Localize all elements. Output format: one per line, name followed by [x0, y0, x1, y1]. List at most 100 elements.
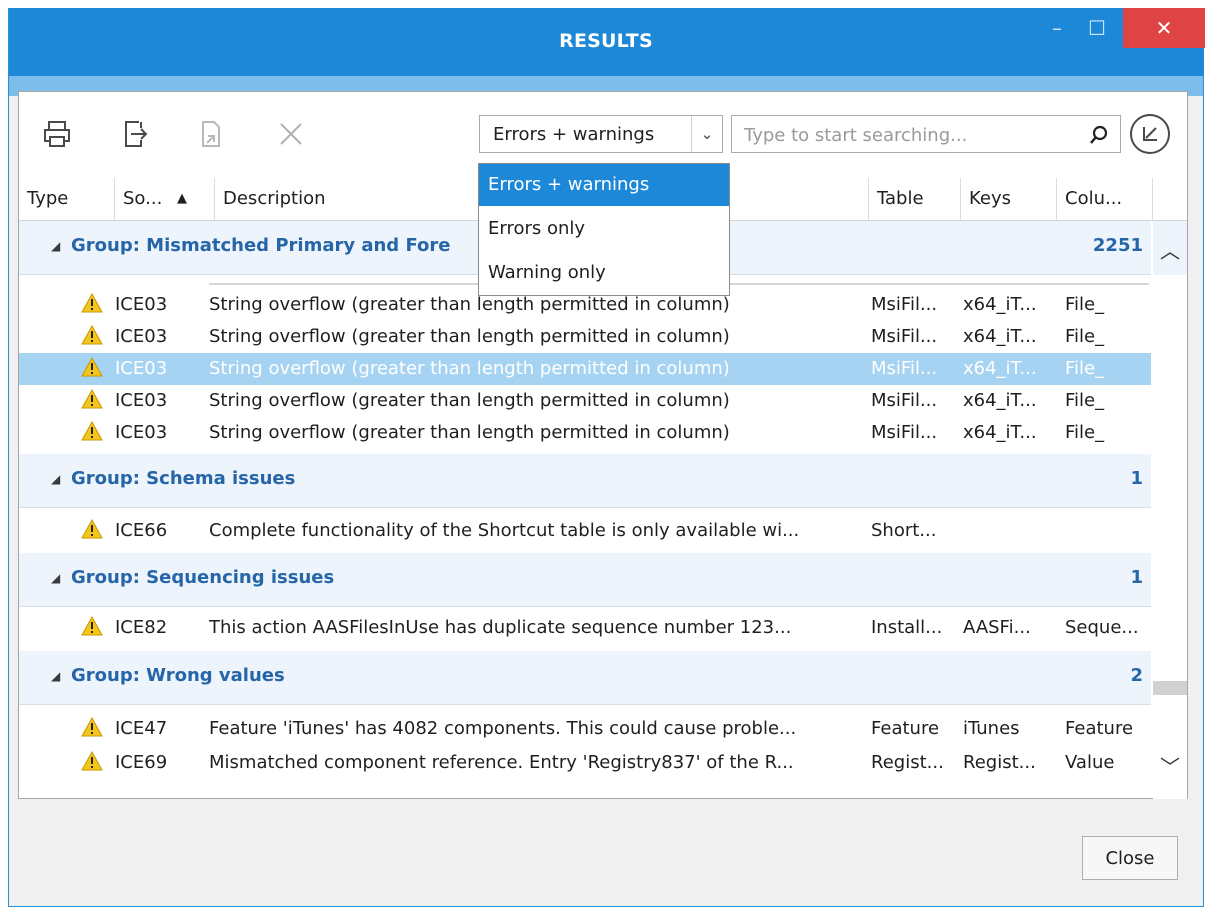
chevron-up-icon[interactable]: ︿	[1153, 235, 1187, 265]
cell-description: Mismatched component reference. Entry 'R…	[209, 752, 794, 773]
scrollbar-thumb[interactable]	[1153, 681, 1187, 695]
group-count: 2	[1130, 665, 1143, 686]
table-row[interactable]: ICE69 Mismatched component reference. En…	[19, 747, 1151, 779]
table-row[interactable]: ICE03 String overflow (greater than leng…	[19, 417, 1151, 449]
cell-column: File_	[1065, 294, 1105, 315]
printer-icon[interactable]	[41, 118, 73, 150]
cell-source: ICE66	[115, 520, 168, 541]
cell-keys: x64_iT...	[963, 294, 1037, 315]
filter-combo[interactable]: Errors + warnings ⌄	[479, 115, 723, 153]
cell-column: Feature	[1065, 718, 1134, 739]
group-header-wrong-values[interactable]: ◢ Group: Wrong values 2	[19, 651, 1151, 705]
warning-icon	[81, 325, 103, 345]
search-box[interactable]	[731, 115, 1121, 153]
cell-keys: x64_iT...	[963, 326, 1037, 347]
column-header-type[interactable]: Type	[19, 178, 115, 220]
cell-column: File_	[1065, 326, 1105, 347]
cell-source: ICE03	[115, 422, 168, 443]
sort-ascending-icon: ▲	[177, 191, 187, 206]
cell-description: Feature 'iTunes' has 4082 components. Th…	[209, 718, 797, 739]
group-title: Group: Schema issues	[71, 468, 296, 489]
cell-table: Feature	[871, 718, 940, 739]
chevron-down-icon[interactable]: ﹀	[1153, 751, 1187, 781]
search-icon[interactable]	[1088, 124, 1110, 146]
column-header-table[interactable]: Table	[869, 178, 961, 220]
cell-table: MsiFil...	[871, 390, 938, 411]
title-bar[interactable]: RESULTS – ☐ ✕	[9, 8, 1205, 76]
collapse-triangle-icon[interactable]: ◢	[51, 239, 60, 253]
filter-option-errors-only[interactable]: Errors only	[479, 208, 729, 250]
cell-table: MsiFil...	[871, 294, 938, 315]
cell-column: File_	[1065, 390, 1105, 411]
cell-keys: x64_iT...	[963, 358, 1037, 379]
warning-icon	[81, 717, 103, 737]
go-to-icon[interactable]	[195, 118, 227, 150]
cell-column: File_	[1065, 358, 1105, 379]
search-input[interactable]	[742, 122, 1066, 148]
cell-source: ICE03	[115, 358, 168, 379]
cell-table: Regist...	[871, 752, 944, 773]
cell-source: ICE82	[115, 617, 168, 638]
group-count: 1	[1130, 468, 1143, 489]
collapse-triangle-icon[interactable]: ◢	[51, 669, 60, 683]
cell-table: MsiFil...	[871, 358, 938, 379]
cell-table: MsiFil...	[871, 422, 938, 443]
cell-source: ICE03	[115, 294, 168, 315]
warning-icon	[81, 751, 103, 771]
warning-icon	[81, 389, 103, 409]
warning-icon	[81, 616, 103, 636]
cell-description: String overflow (greater than length per…	[209, 358, 730, 379]
results-grid[interactable]: ◢ Group: Mismatched Primary and Fore 225…	[19, 221, 1151, 799]
cell-description: String overflow (greater than length per…	[209, 326, 730, 347]
cell-source: ICE03	[115, 390, 168, 411]
cell-column: File_	[1065, 422, 1105, 443]
table-row[interactable]: ICE03 String overflow (greater than leng…	[19, 321, 1151, 353]
chevron-down-icon[interactable]: ⌄	[691, 116, 722, 152]
filter-dropdown-list[interactable]: Errors + warnings Errors only Warning on…	[478, 163, 730, 296]
table-row[interactable]: ICE47 Feature 'iTunes' has 4082 componen…	[19, 713, 1151, 745]
cell-source: ICE03	[115, 326, 168, 347]
close-button[interactable]: Close	[1082, 836, 1178, 880]
filter-option-warning-only[interactable]: Warning only	[479, 252, 729, 294]
warning-icon	[81, 519, 103, 539]
cell-description: This action AASFilesInUse has duplicate …	[209, 617, 792, 638]
filter-value: Errors + warnings	[493, 124, 655, 145]
column-header-spacer	[1153, 178, 1187, 220]
table-row[interactable]: ICE03 String overflow (greater than leng…	[19, 385, 1151, 417]
warning-icon	[81, 357, 103, 377]
table-row[interactable]: ICE82 This action AASFilesInUse has dupl…	[19, 612, 1151, 644]
export-icon[interactable]	[119, 118, 151, 150]
cell-keys: iTunes	[963, 718, 1020, 739]
window-title: RESULTS	[559, 30, 653, 52]
cell-description: String overflow (greater than length per…	[209, 390, 730, 411]
group-title: Group: Sequencing issues	[71, 567, 335, 588]
cell-table: Install...	[871, 617, 943, 638]
navigate-icon[interactable]	[1129, 113, 1171, 155]
cell-keys: Regist...	[963, 752, 1036, 773]
cell-description: Complete functionality of the Shortcut t…	[209, 520, 800, 541]
table-row[interactable]: ICE66 Complete functionality of the Shor…	[19, 515, 1151, 547]
filter-option-errors-warnings[interactable]: Errors + warnings	[479, 164, 729, 206]
warning-icon	[81, 421, 103, 441]
column-header-keys[interactable]: Keys	[961, 178, 1057, 220]
cell-keys: x64_iT...	[963, 422, 1037, 443]
group-title: Group: Wrong values	[71, 665, 285, 686]
table-row-selected[interactable]: ICE03 String overflow (greater than leng…	[19, 353, 1151, 385]
column-header-source[interactable]: So... ▲	[115, 178, 215, 220]
column-header-column[interactable]: Colu...	[1057, 178, 1153, 220]
group-header-sequencing[interactable]: ◢ Group: Sequencing issues 1	[19, 553, 1151, 607]
cell-table: MsiFil...	[871, 326, 938, 347]
cell-column: Value	[1065, 752, 1115, 773]
cell-table: Short...	[871, 520, 937, 541]
close-window-button[interactable]: ✕	[1123, 8, 1205, 48]
cell-column: Seque...	[1065, 617, 1139, 638]
maximize-button[interactable]: ☐	[1075, 8, 1119, 56]
vertical-scrollbar[interactable]: ︿ ﹀	[1153, 221, 1187, 799]
cell-keys: x64_iT...	[963, 390, 1037, 411]
minimize-button[interactable]: –	[1035, 8, 1079, 56]
results-panel: Errors + warnings ⌄ Type So... ▲ Descrip…	[18, 91, 1188, 799]
collapse-triangle-icon[interactable]: ◢	[51, 571, 60, 585]
collapse-triangle-icon[interactable]: ◢	[51, 472, 60, 486]
delete-icon[interactable]	[275, 118, 307, 150]
group-header-schema[interactable]: ◢ Group: Schema issues 1	[19, 454, 1151, 508]
